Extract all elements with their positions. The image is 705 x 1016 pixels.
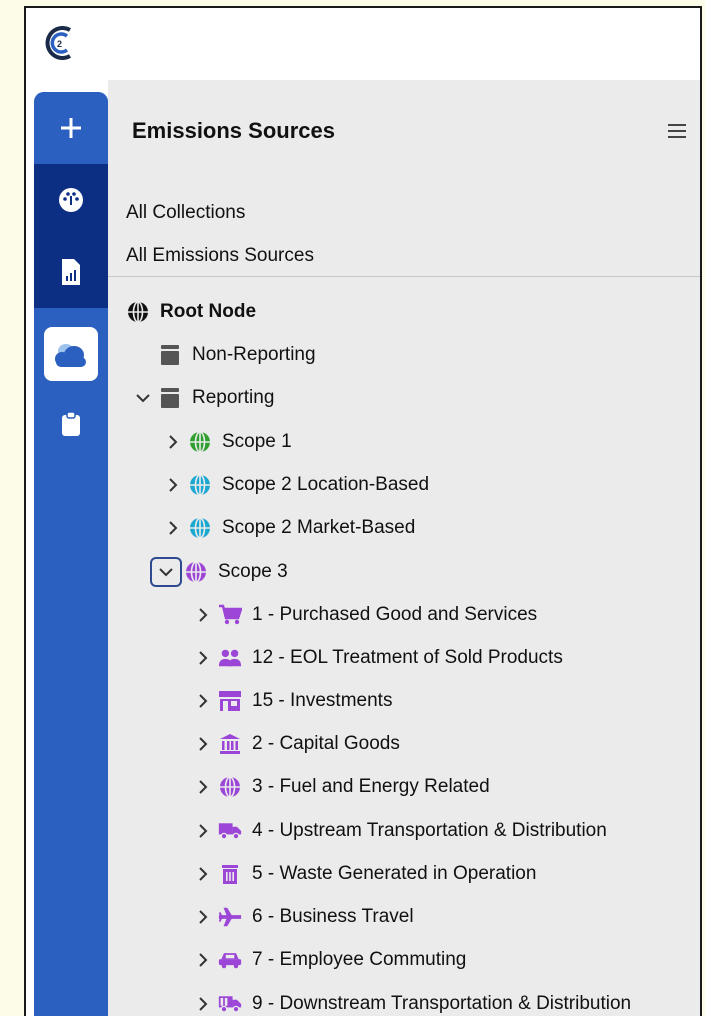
store-icon	[218, 690, 242, 712]
tree-node-scope-2-market[interactable]: Scope 2 Market-Based	[164, 510, 415, 546]
chevron-right-icon[interactable]	[194, 951, 212, 969]
chevron-right-icon[interactable]	[194, 822, 212, 840]
airplane-icon	[218, 906, 242, 928]
tree-node-category[interactable]: 1 - Purchased Good and Services	[194, 597, 537, 633]
tree-node-category[interactable]: 15 - Investments	[194, 683, 392, 719]
panel-header: Emissions Sources	[108, 80, 700, 180]
tree-node-category[interactable]: 12 - EOL Treatment of Sold Products	[194, 640, 563, 676]
hamburger-menu-icon[interactable]	[666, 120, 690, 142]
c2-logo[interactable]: 2	[42, 22, 80, 64]
active-indicator	[44, 327, 98, 381]
tree-node-label: 4 - Upstream Transportation & Distributi…	[252, 820, 607, 841]
tree-node-label: 9 - Downstream Transportation & Distribu…	[252, 993, 632, 1014]
tree-node-label: 5 - Waste Generated in Operation	[252, 863, 537, 884]
tree-node-category[interactable]: 3 - Fuel and Energy Related	[194, 769, 490, 805]
tree-node-label: Scope 3	[218, 561, 288, 582]
users-icon	[218, 647, 242, 669]
tree-node-category[interactable]: 5 - Waste Generated in Operation	[194, 856, 536, 892]
plus-icon	[61, 118, 81, 138]
chevron-right-icon[interactable]	[194, 649, 212, 667]
chevron-down-icon[interactable]	[150, 557, 182, 587]
sidebar-item-reports[interactable]	[34, 236, 108, 308]
sidebar	[34, 92, 108, 1016]
chevron-right-icon[interactable]	[194, 995, 212, 1013]
truck-icon	[218, 820, 242, 842]
sidebar-item-add[interactable]	[34, 92, 108, 164]
tree-node-label: Reporting	[192, 387, 275, 408]
report-icon	[62, 259, 80, 285]
tree-node-label: 15 - Investments	[252, 690, 393, 711]
sidebar-item-dashboard[interactable]	[34, 164, 108, 236]
tree-node-label: Root Node	[160, 301, 257, 322]
app-window: 2 Emissions Sources All Collections All …	[24, 6, 702, 1016]
tree-node-label: Non-Reporting	[192, 344, 316, 365]
tree-node-label: 7 - Employee Commuting	[252, 949, 467, 970]
tree-node-label: 12 - EOL Treatment of Sold Products	[252, 647, 563, 668]
panel-title: Emissions Sources	[132, 118, 335, 143]
tree-node-category[interactable]: 9 - Downstream Transportation & Distribu…	[194, 986, 631, 1016]
divider	[108, 276, 700, 277]
sidebar-section-dark	[34, 164, 108, 308]
globe-icon	[188, 474, 212, 496]
top-bar: 2	[26, 8, 700, 80]
chevron-right-icon[interactable]	[194, 606, 212, 624]
tree-node-label: Scope 2 Location-Based	[222, 474, 430, 495]
sidebar-item-tasks[interactable]	[34, 394, 108, 454]
tree-node-label: Scope 2 Market-Based	[222, 517, 416, 538]
all-emissions-sources-link[interactable]: All Emissions Sources	[126, 245, 314, 267]
tree-node-category[interactable]: 7 - Employee Commuting	[194, 942, 466, 978]
chevron-right-icon[interactable]	[164, 519, 182, 537]
database-icon	[158, 387, 182, 409]
tree-node-label: 3 - Fuel and Energy Related	[252, 776, 490, 797]
chevron-down-icon[interactable]	[134, 389, 152, 407]
bank-icon	[218, 733, 242, 755]
chevron-right-icon[interactable]	[164, 476, 182, 494]
globe-icon	[188, 517, 212, 539]
trash-icon	[218, 863, 242, 885]
tree-node-non-reporting[interactable]: Non-Reporting	[158, 337, 316, 373]
shipping-truck-icon	[218, 993, 242, 1015]
tree-node-category[interactable]: 2 - Capital Goods	[194, 726, 400, 762]
tree-node-label: Scope 1	[222, 431, 292, 452]
sidebar-item-emissions[interactable]	[34, 322, 108, 386]
tree-node-label: 2 - Capital Goods	[252, 733, 400, 754]
emissions-panel: Emissions Sources All Collections All Em…	[108, 80, 700, 1016]
chevron-right-icon[interactable]	[164, 433, 182, 451]
globe-icon	[184, 561, 208, 583]
tree-node-scope-2-location[interactable]: Scope 2 Location-Based	[164, 467, 429, 503]
chevron-right-icon[interactable]	[194, 908, 212, 926]
chevron-right-icon[interactable]	[194, 865, 212, 883]
tree-node-scope-1[interactable]: Scope 1	[164, 424, 292, 460]
tree-node-label: 1 - Purchased Good and Services	[252, 604, 538, 625]
all-collections-link[interactable]: All Collections	[126, 202, 245, 224]
database-icon	[158, 344, 182, 366]
chevron-right-icon[interactable]	[194, 735, 212, 753]
tree-node-label: 6 - Business Travel	[252, 906, 414, 927]
tree-node-root[interactable]: Root Node	[126, 294, 256, 330]
tree-node-scope-3[interactable]: Scope 3	[150, 554, 288, 590]
speedometer-icon	[59, 188, 83, 212]
globe-icon	[218, 776, 242, 798]
cloud-icon	[55, 344, 86, 367]
tree-node-category[interactable]: 6 - Business Travel	[194, 899, 414, 935]
tree-node-category[interactable]: 4 - Upstream Transportation & Distributi…	[194, 813, 607, 849]
chevron-right-icon[interactable]	[194, 692, 212, 710]
shopping-cart-icon	[218, 604, 242, 626]
globe-icon	[126, 301, 150, 323]
globe-icon	[188, 431, 212, 453]
tree-node-reporting[interactable]: Reporting	[134, 380, 274, 416]
car-icon	[218, 949, 242, 971]
chevron-right-icon[interactable]	[194, 778, 212, 796]
clipboard-icon	[62, 411, 80, 436]
svg-text:2: 2	[57, 39, 62, 49]
